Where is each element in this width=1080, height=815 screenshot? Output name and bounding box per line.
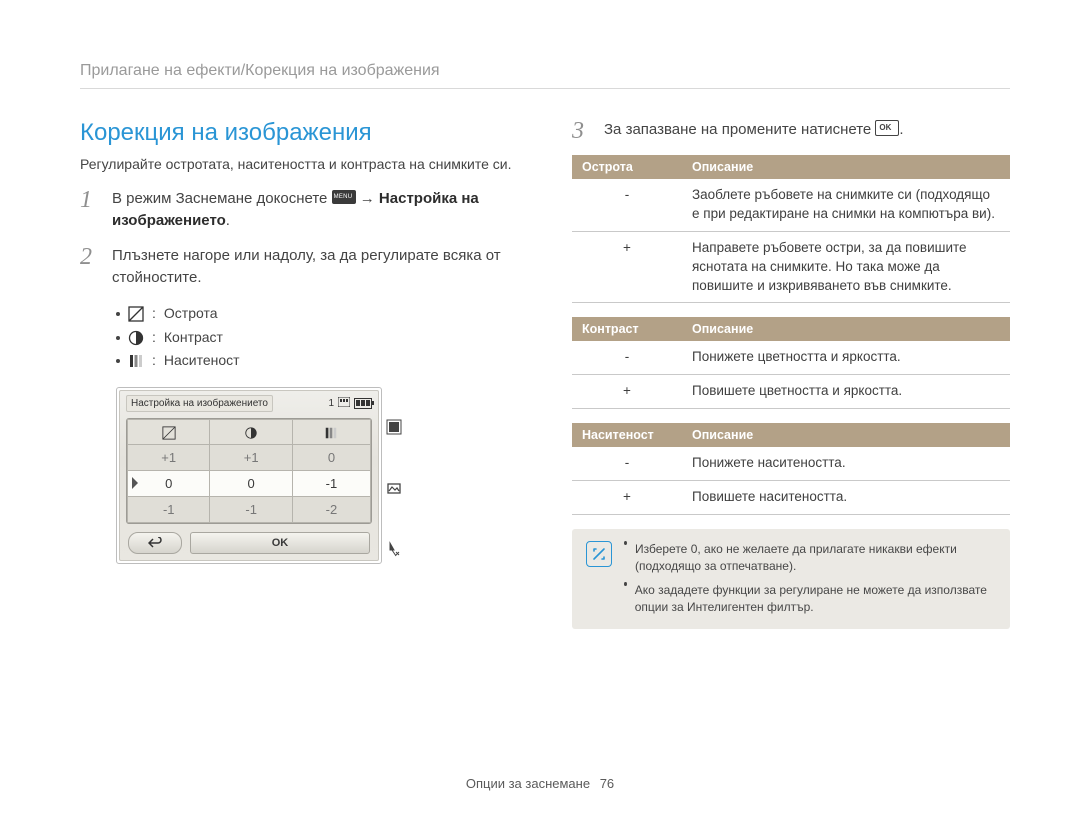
menu-icon	[332, 190, 356, 204]
left-column: Корекция на изображения Регулирайте остр…	[80, 119, 518, 629]
table-row: -Понижете цветността и яркостта.	[572, 341, 1010, 374]
side-icon-3	[386, 541, 402, 560]
th-contrast: Контраст	[572, 317, 682, 341]
camera-screen: Настройка на изображението 1	[116, 387, 382, 564]
adjust-sharp-label: Острота	[164, 302, 218, 326]
table-row: +Направете ръбовете остри, за да повишит…	[572, 231, 1010, 303]
step2-text: Плъзнете нагоре или надолу, за да регули…	[112, 245, 518, 290]
th-sharp: Острота	[572, 155, 682, 179]
step1-post: .	[226, 212, 230, 229]
adjust-sat-label: Наситеност	[164, 349, 240, 373]
step-3: 3 За запазване на промените натиснете .	[572, 119, 1010, 143]
table-row: -Понижете наситеността.	[572, 447, 1010, 480]
bullet-icon	[624, 541, 627, 545]
section-heading: Корекция на изображения	[80, 119, 518, 147]
camera-title: Настройка на изображението	[126, 395, 273, 412]
side-icon-1	[386, 419, 402, 438]
bullet-icon	[116, 336, 120, 340]
th-desc: Описание	[682, 317, 1010, 341]
ok-button[interactable]: OK	[190, 532, 370, 554]
sharpness-table: Острота Описание -Заоблете ръбовете на с…	[572, 155, 1010, 303]
table-row: +Повишете наситеността.	[572, 481, 1010, 515]
step-number: 3	[572, 119, 590, 143]
bullet-icon	[116, 312, 120, 316]
step-number: 1	[80, 188, 98, 233]
step-number: 2	[80, 245, 98, 290]
camera-count: 1	[328, 398, 334, 409]
note-box: Изберете 0, ако не желаете да прилагате …	[572, 529, 1010, 629]
adjust-contrast-label: Контраст	[164, 326, 223, 350]
page-number: 76	[600, 776, 614, 791]
memory-icon	[338, 397, 350, 410]
contrast-icon	[128, 330, 144, 346]
step3-pre: За запазване на промените натиснете	[604, 121, 875, 138]
footer-section: Опции за заснемане	[466, 776, 590, 791]
note-item: Ако зададете функции за регулиране не мо…	[624, 582, 996, 617]
saturation-icon	[128, 353, 144, 369]
grid-row-above: +1 +1 0	[128, 444, 371, 470]
grid-row-below: -1 -1 -2	[128, 496, 371, 522]
step-1: 1 В режим Заснемане докоснете → Настройк…	[80, 188, 518, 233]
table-row: +Повишете цветността и яркостта.	[572, 375, 1010, 409]
adjust-grid: +1 +1 0 0 0 -1 -1 -1	[127, 419, 371, 523]
step3-post: .	[899, 121, 903, 138]
grid-row-selected: 0 0 -1	[128, 470, 371, 496]
th-desc: Описание	[682, 423, 1010, 447]
contrast-table: Контраст Описание -Понижете цветността и…	[572, 317, 1010, 409]
section-intro: Регулирайте остротата, наситеността и ко…	[80, 155, 518, 174]
col-sharp-icon	[128, 420, 210, 445]
th-desc: Описание	[682, 155, 1010, 179]
bullet-icon	[116, 359, 120, 363]
right-column: 3 За запазване на промените натиснете . …	[572, 119, 1010, 629]
col-sat-icon	[292, 420, 370, 445]
th-sat: Наситеност	[572, 423, 682, 447]
side-icon-2	[386, 480, 402, 499]
page-footer: Опции за заснемане 76	[0, 776, 1080, 791]
step-2: 2 Плъзнете нагоре или надолу, за да регу…	[80, 245, 518, 290]
table-row: -Заоблете ръбовете на снимките си (подхо…	[572, 179, 1010, 231]
note-item: Изберете 0, ако не желаете да прилагате …	[624, 541, 996, 576]
adjust-list: : Острота : Контраст : Наситеност	[116, 302, 518, 373]
sharpness-icon	[128, 306, 144, 322]
breadcrumb: Прилагане на ефекти/Корекция на изображе…	[80, 62, 1010, 89]
battery-icon	[354, 398, 372, 409]
saturation-table: Наситеност Описание -Понижете наситеност…	[572, 423, 1010, 515]
step1-arrow: →	[360, 190, 379, 207]
back-button[interactable]	[128, 532, 182, 554]
ok-icon	[875, 120, 899, 136]
step1-pre: В режим Заснемане докоснете	[112, 190, 332, 207]
col-contrast-icon	[210, 420, 292, 445]
bullet-icon	[624, 582, 627, 586]
info-icon	[586, 541, 612, 567]
